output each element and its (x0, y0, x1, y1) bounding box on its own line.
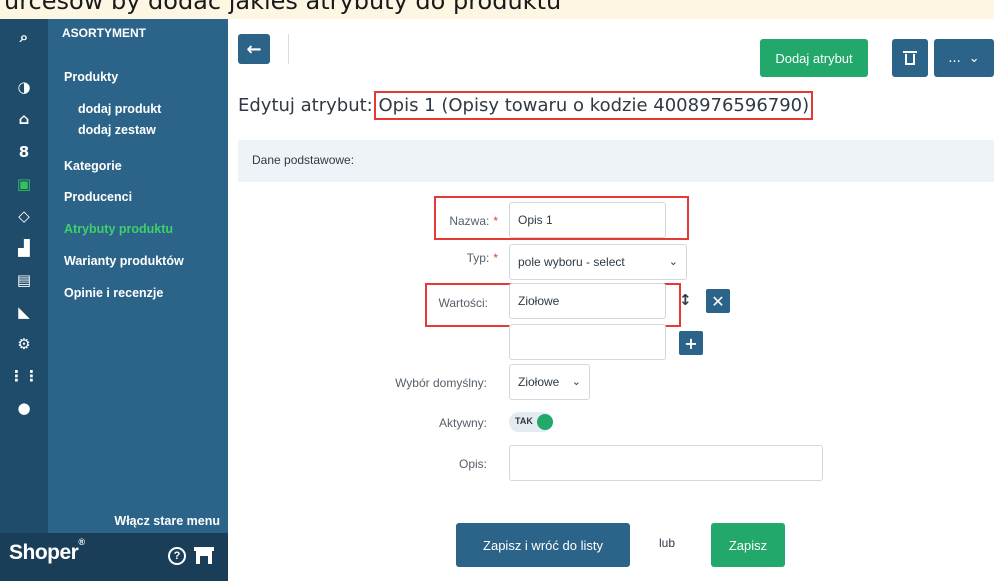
top-banner: urcesów by dodać jakieś atrybuty do prod… (0, 0, 994, 19)
description-label: Opis: (458, 457, 487, 471)
brand-mark: ® (78, 537, 85, 547)
default-select-value: Ziołowe (518, 375, 560, 389)
value-input-2[interactable] (509, 324, 666, 360)
add-attribute-button[interactable]: Dodaj atrybut (760, 39, 868, 77)
back-button[interactable]: ← (238, 34, 270, 64)
chevron-down-icon: ⌄ (571, 376, 581, 388)
save-and-return-button[interactable]: Zapisz i wróć do listy (456, 523, 630, 567)
apps-icon[interactable]: ⋮⋮ (0, 360, 48, 392)
page-title-prefix: Edytuj atrybut: (238, 95, 379, 116)
sidebar-item-dodaj-zestaw[interactable]: dodaj zestaw (78, 123, 156, 137)
sidebar-section-title: ASORTYMENT (62, 26, 146, 40)
active-toggle-label: TAK (515, 416, 533, 426)
name-input[interactable]: Opis 1 (509, 202, 666, 238)
page-title: Edytuj atrybut: Opis 1 (Opisy towaru o k… (238, 91, 814, 120)
active-toggle[interactable]: TAK (509, 412, 553, 432)
tag-icon[interactable]: ◇ (0, 200, 48, 232)
sidebar-item-atrybuty[interactable]: Atrybuty produktu (64, 222, 173, 236)
store-icon[interactable] (194, 547, 214, 564)
brand-name: Shoper (9, 541, 79, 564)
help-icon[interactable]: ? (168, 547, 186, 565)
type-select[interactable]: pole wyboru - select ⌄ (509, 244, 687, 280)
more-label: ... (948, 50, 961, 66)
content-icon[interactable]: ▤ (0, 264, 48, 296)
values-label: Wartości: (438, 296, 488, 310)
toggle-knob (537, 414, 553, 430)
main-content: ← Dodaj atrybut ... ⌄ Edytuj atrybut: Op… (228, 19, 994, 581)
sidebar-item-kategorie[interactable]: Kategorie (64, 159, 122, 173)
sidebar-item-producenci[interactable]: Producenci (64, 190, 132, 204)
sidebar-footer: Shoper® ? (0, 533, 228, 581)
top-banner-text: urcesów by dodać jakieś atrybuty do prod… (4, 0, 562, 15)
or-text: lub (659, 536, 676, 550)
sidebar-item-dodaj-produkt[interactable]: dodaj produkt (78, 102, 161, 116)
add-value-button[interactable]: + (679, 331, 703, 355)
chevron-down-icon: ⌄ (668, 256, 678, 268)
save-button[interactable]: Zapisz (711, 523, 785, 567)
payments-icon[interactable]: ● (0, 392, 48, 424)
sidebar-item-warianty[interactable]: Warianty produktów (64, 254, 184, 268)
delete-button[interactable] (892, 39, 928, 77)
trash-icon (903, 51, 917, 53)
value-input-1[interactable]: Ziołowe (509, 283, 666, 319)
dashboard-icon[interactable]: ◑ (0, 71, 48, 103)
default-label: Wybór domyślny: (395, 376, 487, 390)
page-title-attribute: Opis 1 (Opisy towaru o kodzie 4008976596… (374, 91, 814, 120)
description-input[interactable] (509, 445, 823, 481)
type-label: Typ: * (466, 251, 498, 265)
section-label: Dane podstawowe: (252, 153, 355, 167)
sidebar-item-opinie[interactable]: Opinie i recenzje (64, 286, 163, 300)
old-menu-toggle[interactable]: Włącz stare menu (114, 514, 220, 528)
customers-icon[interactable]: 8 (0, 136, 48, 168)
sidebar-item-produkty[interactable]: Produkty (64, 70, 118, 84)
remove-value-button[interactable]: ✕ (706, 289, 730, 313)
shoper-logo: Shoper® (9, 537, 85, 565)
name-label: Nazwa: * (449, 214, 498, 228)
chevron-down-icon: ⌄ (968, 50, 980, 66)
icon-bar: ⌕ ◑ ⌂ 8 ▣ ◇ ▟ ▤ ◣ ⚙ ⋮⋮ ● (0, 19, 48, 581)
assortment-icon[interactable]: ▣ (0, 168, 48, 200)
image-icon[interactable]: ◣ (0, 296, 48, 328)
default-select[interactable]: Ziołowe ⌄ (509, 364, 590, 400)
reorder-handle-icon[interactable]: ↕ (679, 291, 692, 309)
more-actions-button[interactable]: ... ⌄ (934, 39, 994, 77)
cart-icon[interactable]: ⌂ (0, 103, 48, 135)
sidebar-nav: ASORTYMENT Produkty dodaj produkt dodaj … (48, 19, 228, 581)
toolbar-divider (288, 34, 289, 64)
search-icon[interactable]: ⌕ (0, 21, 48, 53)
section-header: Dane podstawowe: (238, 140, 994, 182)
stats-icon[interactable]: ▟ (0, 232, 48, 264)
active-label: Aktywny: (438, 416, 487, 430)
settings-icon[interactable]: ⚙ (0, 328, 48, 360)
type-select-value: pole wyboru - select (518, 255, 625, 269)
